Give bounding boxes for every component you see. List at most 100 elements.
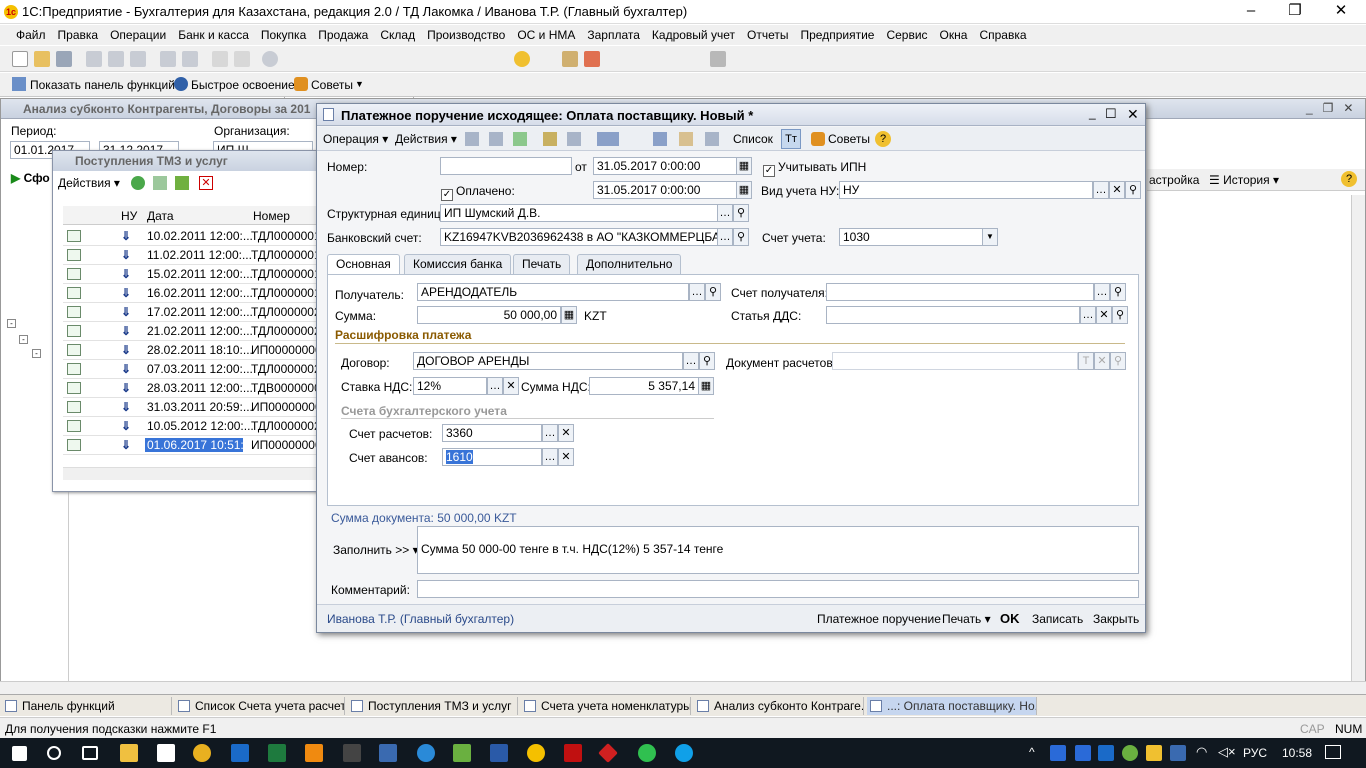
- tray-outlook-icon[interactable]: [1098, 745, 1114, 761]
- window-tab-nomenclature-accounts[interactable]: Счета учета номенклатуры: [521, 697, 691, 715]
- menu-item-assets[interactable]: ОС и НМА: [511, 25, 581, 45]
- based-on-icon[interactable]: [543, 132, 557, 146]
- wifi-icon[interactable]: ◠: [1196, 744, 1207, 760]
- copy-icon[interactable]: [108, 51, 124, 67]
- table-row[interactable]: ⇓ 16.02.2011 12:00:... ТДЛ0000001: [63, 284, 317, 303]
- menu-item-service[interactable]: Сервис: [880, 25, 933, 45]
- menu-item-reports[interactable]: Отчеты: [741, 25, 794, 45]
- table-row[interactable]: ⇓ 21.02.2011 12:00:... ТДЛ0000002: [63, 322, 317, 341]
- table-row[interactable]: ⇓ 15.02.2011 12:00:... ТДЛ0000001: [63, 265, 317, 284]
- minimize-button[interactable]: –: [1228, 0, 1274, 24]
- menu-item-windows[interactable]: Окна: [934, 25, 974, 45]
- cut-icon[interactable]: [86, 51, 102, 67]
- search-icon[interactable]: ⚲: [733, 204, 749, 222]
- tt-icon[interactable]: Тт: [781, 129, 801, 149]
- search-icon[interactable]: ⚲: [1110, 283, 1126, 301]
- undo-icon[interactable]: [212, 51, 228, 67]
- search-icon[interactable]: [262, 51, 278, 67]
- unpost-icon[interactable]: [489, 132, 503, 146]
- close-button[interactable]: Закрыть: [1093, 612, 1139, 626]
- select-button[interactable]: …: [689, 283, 705, 301]
- close-button[interactable]: ✕: [1318, 0, 1364, 24]
- windows-start-icon[interactable]: [12, 746, 27, 761]
- unit-field[interactable]: ИП Шумский Д.В.: [440, 204, 718, 222]
- settings-button[interactable]: астройка: [1149, 173, 1199, 187]
- paid-date-field[interactable]: 31.05.2017 0:00:00: [593, 181, 737, 199]
- select-button[interactable]: …: [1080, 306, 1096, 324]
- table-row[interactable]: ⇓ 10.02.2011 12:00:... ТДЛ0000001: [63, 227, 317, 246]
- ipn-checkbox[interactable]: ✓ Учитывать ИПН: [763, 160, 866, 177]
- form-button[interactable]: ▶ Сфо: [11, 171, 50, 185]
- contract-field[interactable]: ДОГОВОР АРЕНДЫ: [413, 352, 683, 370]
- menu-item-edit[interactable]: Правка: [52, 25, 105, 45]
- menu-item-warehouse[interactable]: Склад: [374, 25, 421, 45]
- clear-icon[interactable]: ✕: [558, 448, 574, 466]
- menu-item-file[interactable]: Файл: [10, 25, 52, 45]
- calculator-icon[interactable]: ▦: [698, 377, 714, 395]
- select-button[interactable]: …: [717, 228, 733, 246]
- settlement-doc-field[interactable]: [832, 352, 1078, 370]
- clear-icon[interactable]: ✕: [1109, 181, 1125, 199]
- dds-field[interactable]: [826, 306, 1080, 324]
- tray-m-icon[interactable]: [1050, 745, 1066, 761]
- print-icon[interactable]: [160, 51, 176, 67]
- table-row[interactable]: ⇓ 28.03.2011 12:00:... ТДВ0000000: [63, 379, 317, 398]
- receipts-actions-button[interactable]: Действия ▾: [58, 176, 120, 190]
- select-button[interactable]: …: [1093, 181, 1109, 199]
- delete-icon[interactable]: ✕: [199, 176, 213, 190]
- window-tab-payment-order[interactable]: ...: Оплата поставщику. Но...: [867, 697, 1037, 715]
- operation-menu-button[interactable]: Операция ▾: [323, 132, 388, 146]
- excel-icon[interactable]: [268, 744, 286, 762]
- tips-button[interactable]: Советы: [311, 78, 353, 92]
- language-indicator[interactable]: РУС: [1243, 746, 1267, 760]
- paid-checkbox[interactable]: ✓ Оплачено:: [441, 184, 515, 201]
- report-icon[interactable]: [705, 132, 719, 146]
- tray-pin-icon[interactable]: [1170, 745, 1186, 761]
- menu-item-production[interactable]: Производство: [421, 25, 511, 45]
- vat-rate-field[interactable]: 12%: [413, 377, 487, 395]
- help-icon[interactable]: [514, 51, 530, 67]
- print-button[interactable]: Печать ▾: [942, 612, 991, 626]
- nu-type-field[interactable]: НУ: [839, 181, 1093, 199]
- store-icon[interactable]: [157, 744, 175, 762]
- tips-button[interactable]: Советы: [828, 132, 870, 146]
- ok-button[interactable]: OK: [1000, 611, 1020, 626]
- calculator-icon[interactable]: [562, 51, 578, 67]
- help-circle-icon[interactable]: ?: [875, 131, 891, 147]
- select-button[interactable]: …: [1094, 283, 1110, 301]
- save-button[interactable]: Записать: [1032, 612, 1083, 626]
- search-icon[interactable]: ⚲: [1112, 306, 1128, 324]
- tree-list-icon[interactable]: [653, 132, 667, 146]
- calendar-icon[interactable]: [584, 51, 600, 67]
- tray-up-icon[interactable]: ^: [1029, 745, 1035, 759]
- quick-learn-button[interactable]: Быстрое освоение: [191, 78, 295, 92]
- table-row[interactable]: ⇓ 10.05.2012 12:00:... ТДЛ0000002: [63, 417, 317, 436]
- menu-item-sales[interactable]: Продажа: [312, 25, 374, 45]
- table-row[interactable]: ⇓ 17.02.2011 12:00:... ТДЛ0000002: [63, 303, 317, 322]
- paste-icon[interactable]: [130, 51, 146, 67]
- tools-icon[interactable]: [710, 51, 726, 67]
- calculator-icon[interactable]: ▦: [561, 306, 577, 324]
- select-button[interactable]: …: [542, 424, 558, 442]
- date-field[interactable]: 31.05.2017 0:00:00: [593, 157, 737, 175]
- vat-sum-field[interactable]: 5 357,14: [589, 377, 699, 395]
- select-button[interactable]: …: [683, 352, 699, 370]
- window-tab-accounts-list[interactable]: Список Счета учета расчет...: [175, 697, 345, 715]
- menu-item-hr[interactable]: Кадровый учет: [646, 25, 741, 45]
- redo-icon[interactable]: [234, 51, 250, 67]
- account-field[interactable]: 1030: [839, 228, 983, 246]
- clear-icon[interactable]: ✕: [503, 377, 519, 395]
- structure-icon[interactable]: [567, 132, 581, 146]
- chevron-down-icon[interactable]: ▼: [355, 79, 364, 89]
- help-circle-icon[interactable]: ?: [1341, 171, 1357, 187]
- settle-account-field[interactable]: 3360: [442, 424, 542, 442]
- table-row[interactable]: ⇓ 11.02.2011 12:00:... ТДЛ0000001: [63, 246, 317, 265]
- ie-icon[interactable]: [417, 744, 435, 762]
- search-icon[interactable]: [47, 746, 61, 760]
- menu-item-operations[interactable]: Операции: [104, 25, 172, 45]
- edit-icon[interactable]: [175, 176, 189, 190]
- tab-main[interactable]: Основная: [327, 254, 400, 275]
- show-functions-panel-button[interactable]: Показать панель функций: [30, 78, 175, 92]
- search-icon[interactable]: ⚲: [1125, 181, 1141, 199]
- number-field[interactable]: [440, 157, 572, 175]
